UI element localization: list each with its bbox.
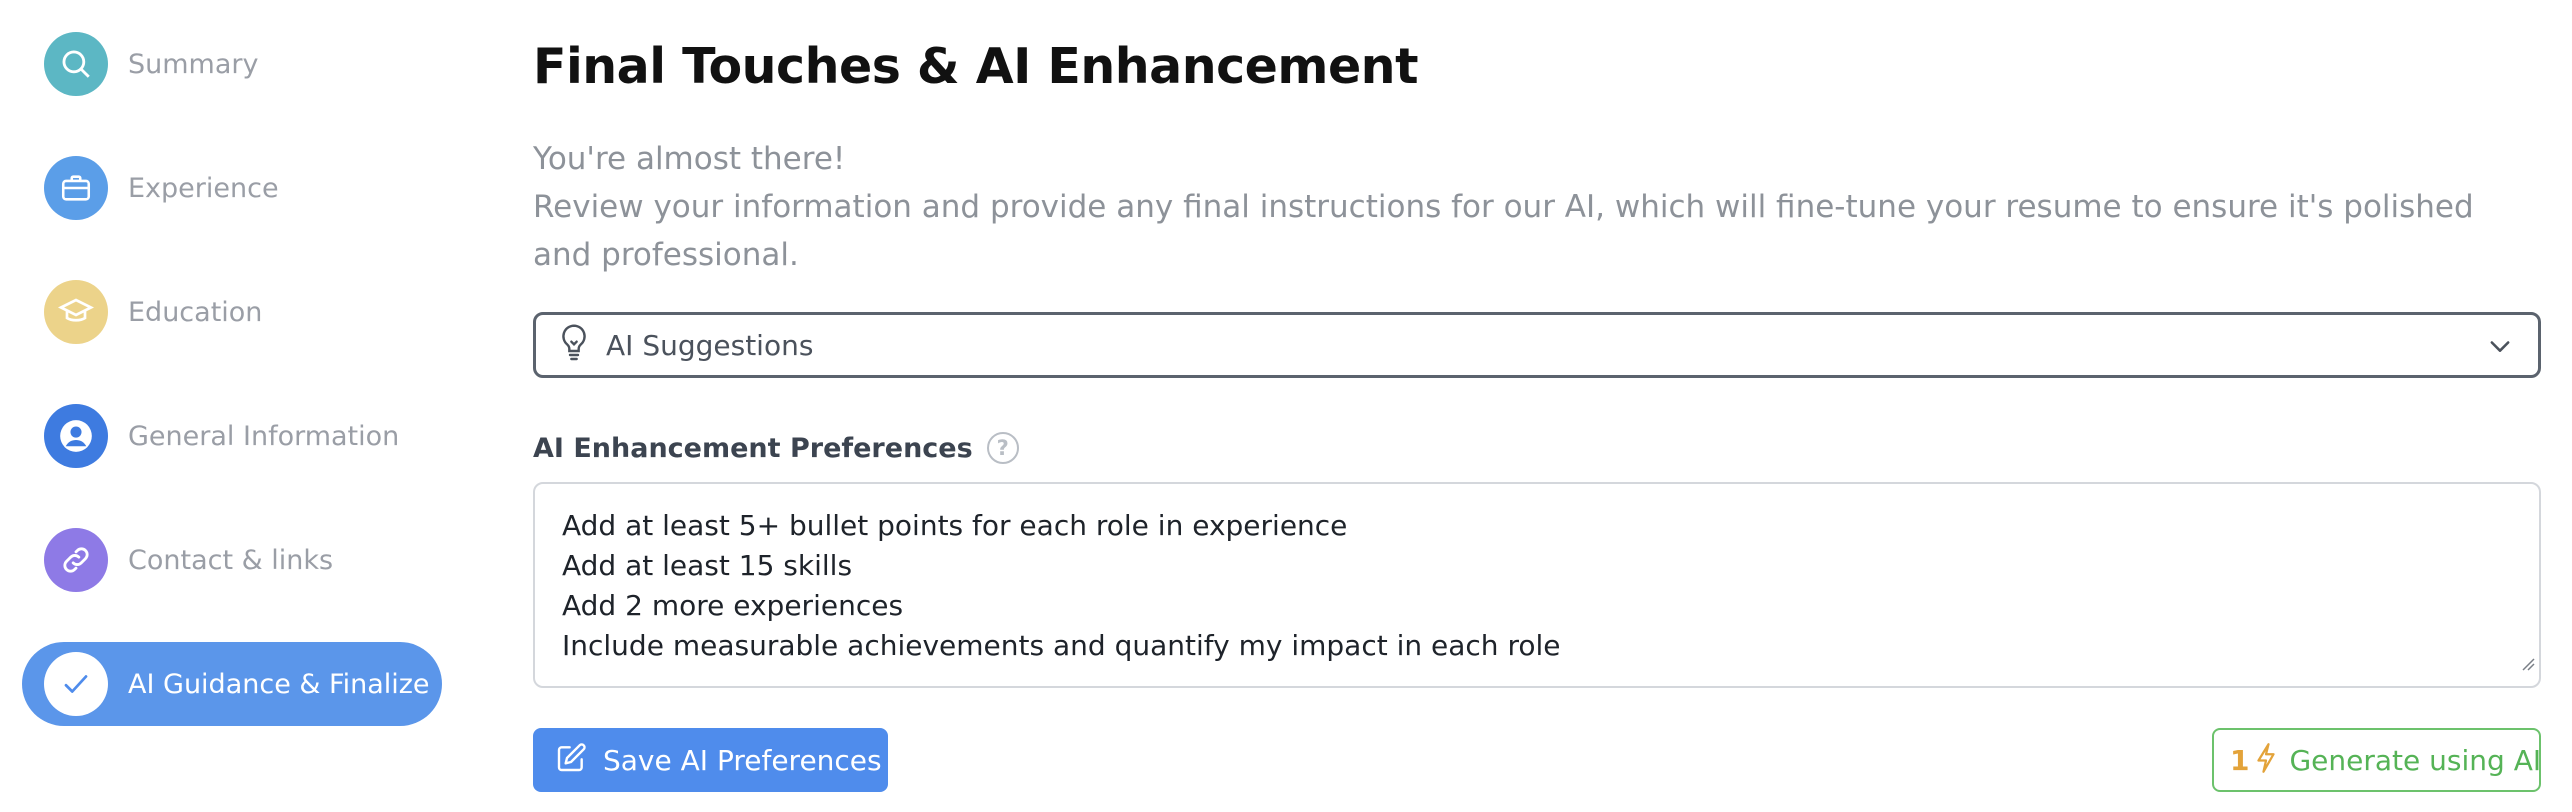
intro-line-1: You're almost there! xyxy=(533,141,846,177)
briefcase-icon xyxy=(44,156,108,220)
sidebar-item-ai-guidance-finalize[interactable]: AI Guidance & Finalize xyxy=(22,642,442,726)
intro-text: You're almost there! Review your informa… xyxy=(533,135,2523,279)
resize-handle-icon[interactable] xyxy=(2521,642,2535,682)
sidebar-item-label: AI Guidance & Finalize xyxy=(128,668,430,700)
credit-count: 1 xyxy=(2230,743,2250,777)
generate-using-ai-button[interactable]: 1 Generate using AI xyxy=(2212,728,2541,792)
page: Summary Experience Education General Inf… xyxy=(0,0,2572,812)
chevron-down-icon xyxy=(2486,332,2514,364)
lightning-icon xyxy=(2255,743,2277,777)
check-icon xyxy=(44,652,108,716)
sidebar-item-summary[interactable]: Summary xyxy=(22,22,442,106)
sidebar-item-label: Experience xyxy=(128,172,279,204)
ai-suggestions-label: AI Suggestions xyxy=(606,328,814,362)
sidebar-item-experience[interactable]: Experience xyxy=(22,146,442,230)
ai-suggestions-dropdown[interactable]: AI Suggestions xyxy=(533,312,2541,378)
sidebar-item-general-information[interactable]: General Information xyxy=(22,394,442,478)
generate-button-label: Generate using AI xyxy=(2289,743,2542,777)
save-ai-preferences-button[interactable]: Save AI Preferences xyxy=(533,728,888,792)
help-icon[interactable]: ? xyxy=(986,432,1019,464)
sidebar-item-label: General Information xyxy=(128,420,400,452)
sidebar-item-education[interactable]: Education xyxy=(22,270,442,354)
preference-line: Add at least 5+ bullet points for each r… xyxy=(562,509,1348,542)
lightbulb-icon xyxy=(558,323,590,367)
edit-icon xyxy=(555,742,587,778)
sidebar: Summary Experience Education General Inf… xyxy=(0,0,470,812)
user-icon xyxy=(44,404,108,468)
sidebar-item-label: Summary xyxy=(128,48,259,80)
ai-preferences-textarea[interactable]: Add at least 5+ bullet points for each r… xyxy=(533,482,2541,688)
graduation-cap-icon xyxy=(44,280,108,344)
intro-line-2: Review your information and provide any … xyxy=(533,189,2474,273)
preferences-heading: AI Enhancement Preferences ? xyxy=(533,432,1019,464)
preference-line: Add at least 15 skills xyxy=(562,549,853,582)
sidebar-item-label: Contact & links xyxy=(128,544,334,576)
sidebar-item-label: Education xyxy=(128,296,263,328)
page-title: Final Touches & AI Enhancement xyxy=(533,38,1419,95)
save-button-label: Save AI Preferences xyxy=(603,743,882,777)
sidebar-item-contact-links[interactable]: Contact & links xyxy=(22,518,442,602)
link-icon xyxy=(44,528,108,592)
preference-line: Include measurable achievements and quan… xyxy=(562,629,1561,662)
search-icon xyxy=(44,32,108,96)
preferences-label: AI Enhancement Preferences xyxy=(533,432,973,464)
preference-line: Add 2 more experiences xyxy=(562,589,904,622)
